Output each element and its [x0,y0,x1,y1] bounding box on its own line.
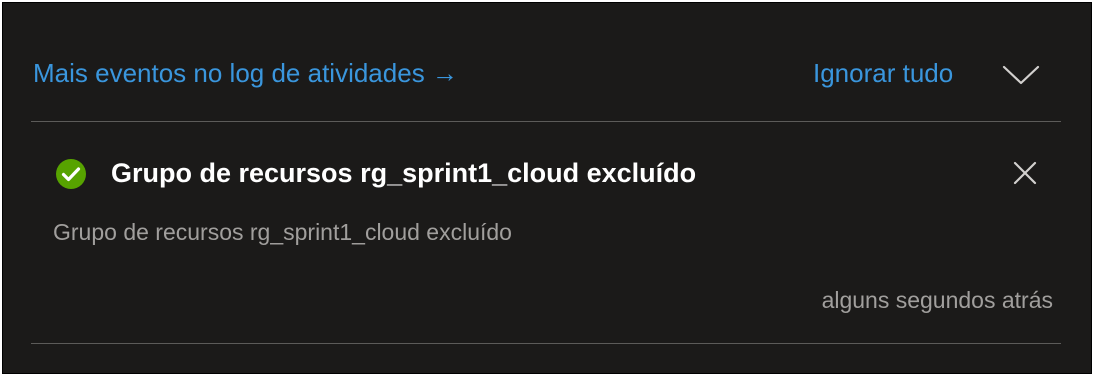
divider [31,121,1061,122]
success-check-icon [55,158,87,190]
dismiss-all-button[interactable]: Ignorar tudo [813,57,953,89]
notification-item[interactable]: Grupo de recursos rg_sprint1_cloud exclu… [31,143,1061,323]
notification-description: Grupo de recursos rg_sprint1_cloud exclu… [53,219,512,245]
notification-timestamp: alguns segundos atrás [821,287,1053,313]
notifications-panel: Mais eventos no log de atividades → Igno… [2,2,1092,374]
divider [31,343,1061,344]
close-icon[interactable] [1009,157,1041,189]
notification-title: Grupo de recursos rg_sprint1_cloud exclu… [111,158,697,188]
activity-log-link[interactable]: Mais eventos no log de atividades → [33,57,458,89]
chevron-down-icon[interactable] [1001,59,1041,89]
notifications-header: Mais eventos no log de atividades → Igno… [31,53,1061,95]
